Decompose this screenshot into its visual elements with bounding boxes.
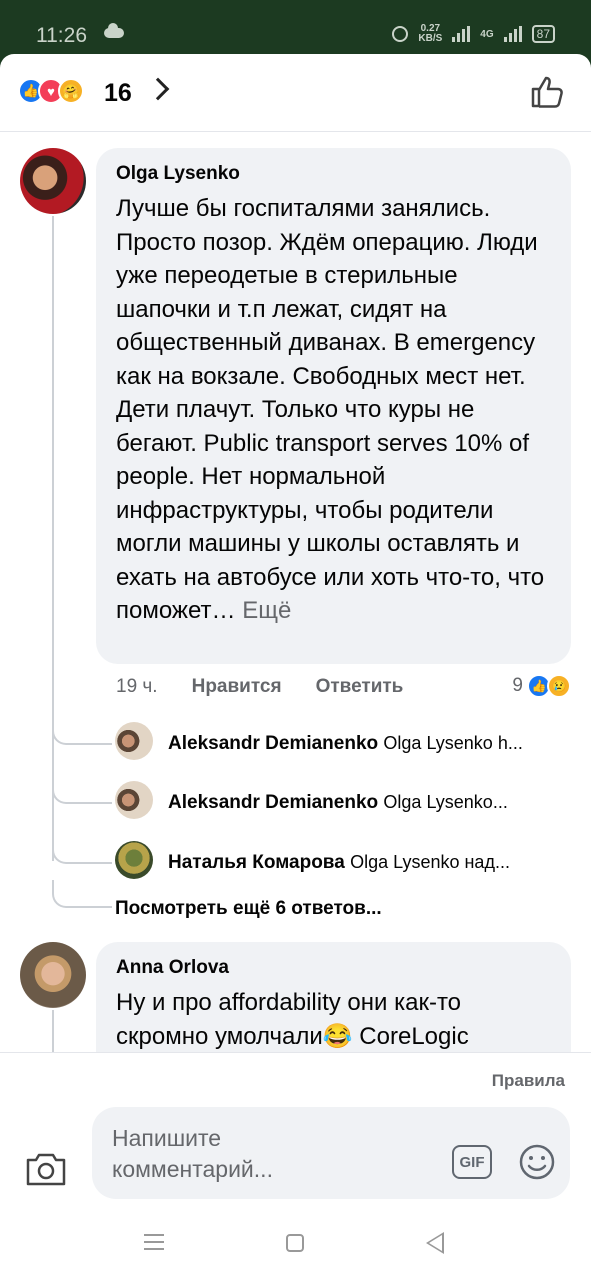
cloud-icon bbox=[104, 23, 124, 38]
view-more-replies-link[interactable]: Посмотреть ещё 6 ответов... bbox=[115, 898, 382, 920]
avatar[interactable] bbox=[20, 942, 86, 1008]
camera-icon[interactable] bbox=[24, 1151, 68, 1187]
reply-author: Наталья Комарова bbox=[168, 852, 345, 873]
comment-input[interactable]: Напишите комментарий... GIF bbox=[92, 1107, 570, 1199]
reaction-summary[interactable]: 👍 ♥ 🤗 bbox=[18, 78, 84, 104]
net-speed-unit: KB/S bbox=[418, 33, 443, 44]
back-icon[interactable] bbox=[426, 1232, 444, 1254]
thread-line bbox=[52, 216, 54, 861]
avatar[interactable] bbox=[115, 841, 153, 879]
reply-button[interactable]: Ответить bbox=[316, 676, 404, 698]
alarm-icon bbox=[392, 26, 409, 42]
thread-branch bbox=[52, 717, 112, 745]
comment-reactions[interactable]: 9 👍 😢 bbox=[512, 674, 571, 698]
comment-author[interactable]: Olga Lysenko bbox=[116, 162, 553, 186]
net-speed: 0.27 KB/S bbox=[418, 24, 442, 44]
signal-icon-2 bbox=[503, 26, 522, 42]
gif-icon[interactable]: GIF bbox=[452, 1145, 492, 1179]
reply-text: Olga Lysenko над... bbox=[350, 852, 510, 872]
reactions-header: 👍 ♥ 🤗 16 bbox=[0, 54, 591, 132]
comment-body: Лучше бы госпиталями занялись. Просто по… bbox=[116, 195, 545, 624]
reply-text: Olga Lysenko... bbox=[383, 792, 508, 812]
comment-input-placeholder: Напишите комментарий... bbox=[112, 1125, 273, 1182]
thread-branch bbox=[52, 776, 112, 804]
avatar[interactable] bbox=[115, 781, 153, 819]
emoji-icon[interactable] bbox=[518, 1143, 556, 1181]
comment-time: 19 ч. bbox=[116, 676, 158, 697]
like-outline-icon[interactable] bbox=[529, 74, 565, 110]
reply-preview[interactable]: Aleksandr Demianenko Olga Lysenko h... bbox=[168, 731, 568, 756]
comment-reaction-count: 9 bbox=[512, 675, 523, 696]
comments-sheet: 👍 ♥ 🤗 16 Olga Lysenko Лучше бы госпиталя… bbox=[0, 54, 591, 1280]
status-bar: 11:26 0.27 KB/S 4G 87 bbox=[0, 0, 591, 54]
comment-text: Лучше бы госпиталями занялись. Просто по… bbox=[116, 192, 553, 628]
comment-actions: 19 ч. Нравится Ответить bbox=[116, 676, 403, 698]
signal-icon bbox=[452, 26, 471, 42]
avatar[interactable] bbox=[20, 148, 86, 214]
status-indicators: 0.27 KB/S 4G 87 bbox=[392, 24, 555, 44]
system-nav-bar bbox=[0, 1214, 591, 1280]
reply-author: Aleksandr Demianenko bbox=[168, 733, 379, 754]
home-icon[interactable] bbox=[286, 1234, 304, 1252]
comment-text: Ну и про affordability они как-то скромн… bbox=[116, 989, 469, 1050]
reply-text: Olga Lysenko h... bbox=[383, 733, 523, 753]
like-button[interactable]: Нравится bbox=[192, 676, 282, 698]
comment-author[interactable]: Anna Orlova bbox=[116, 956, 553, 980]
reply-preview[interactable]: Наталья Комарова Olga Lysenko над... bbox=[168, 850, 568, 875]
battery-indicator: 87 bbox=[531, 25, 555, 43]
reaction-count[interactable]: 16 bbox=[104, 79, 132, 108]
avatar[interactable] bbox=[115, 722, 153, 760]
thread-branch bbox=[52, 836, 112, 864]
chevron-right-icon[interactable] bbox=[146, 77, 170, 101]
see-more-link[interactable]: Ещё bbox=[242, 597, 291, 624]
menu-icon[interactable] bbox=[144, 1234, 164, 1250]
care-icon: 🤗 bbox=[58, 78, 84, 104]
network-type: 4G bbox=[480, 28, 494, 40]
reply-preview[interactable]: Aleksandr Demianenko Olga Lysenko... bbox=[168, 790, 568, 815]
reply-author: Aleksandr Demianenko bbox=[168, 792, 379, 813]
rules-link[interactable]: Правила bbox=[492, 1071, 565, 1091]
comment-bubble[interactable]: Olga Lysenko Лучше бы госпиталями заняли… bbox=[96, 148, 571, 664]
thread-branch bbox=[52, 880, 112, 908]
sad-icon: 😢 bbox=[547, 674, 571, 698]
status-time: 11:26 bbox=[36, 24, 87, 47]
